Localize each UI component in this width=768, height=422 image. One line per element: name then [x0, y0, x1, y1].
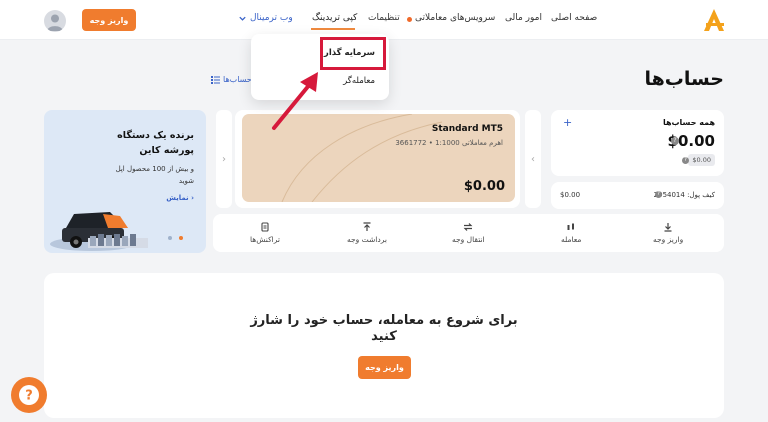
add-account-icon[interactable]: + [563, 116, 572, 129]
carousel-dot-active[interactable] [179, 236, 183, 240]
promo-title-line1: برنده یک دستگاه [117, 130, 194, 141]
upload-icon [363, 222, 371, 231]
empty-state-card [44, 273, 724, 418]
carousel-next-button[interactable]: ‹ [525, 110, 541, 208]
promo-banner[interactable]: برنده یک دستگاه پورشه کاین و بیش از 100 … [44, 110, 206, 253]
accounts-list-link[interactable]: حساب‌ها [211, 75, 252, 84]
svg-text:?: ? [25, 389, 33, 404]
mt5-account-name: Standard MT5 [431, 124, 503, 134]
mt5-account-details: 3661772 • اهرم معاملاتی 1:1000 [395, 139, 503, 147]
mt5-balance: $0.00 [463, 179, 505, 194]
all-accounts-label: همه حساب‌ها [662, 118, 715, 127]
wallet-card[interactable]: کیف پول: 2954014 $0.00 ? [551, 182, 724, 209]
wallet-label: کیف پول: 2954014 [653, 191, 715, 199]
chevron-down-icon[interactable] [238, 14, 247, 23]
action-transfer[interactable]: انتقال وجه [452, 222, 485, 244]
header-deposit-button[interactable]: واریز وجه [82, 9, 136, 31]
chevron-right-icon: › [222, 153, 226, 165]
nav-finance[interactable]: امور مالی [505, 13, 542, 23]
help-icon[interactable]: ? [11, 377, 47, 413]
info-icon[interactable]: ? [671, 137, 679, 145]
action-transactions[interactable]: تراکنش‌ها [250, 222, 280, 244]
chevron-left-icon: ‹ [531, 153, 535, 165]
info-icon[interactable]: ? [655, 191, 662, 198]
transactions-icon [261, 222, 269, 232]
brand-logo-icon[interactable] [703, 8, 725, 32]
action-trade[interactable]: معامله [561, 222, 581, 244]
action-withdraw[interactable]: برداشت وجه [347, 222, 387, 244]
promo-title-line2: پورشه کاین [139, 145, 194, 156]
list-icon [211, 75, 220, 84]
page-title: حساب‌ها [644, 68, 724, 90]
empty-state-line1: برای شروع به معامله، حساب خود را شارژ [250, 313, 518, 328]
nav-active-underline [311, 28, 355, 30]
empty-state-message: برای شروع به معامله، حساب خود را شارژ کن… [244, 313, 524, 345]
download-icon [664, 223, 672, 232]
promo-show-link[interactable]: نمایش › [166, 194, 194, 202]
transfer-icon [463, 223, 473, 231]
dropdown-item-trader[interactable]: معامله‌گر [343, 76, 375, 86]
user-avatar-icon[interactable] [44, 10, 66, 32]
annotation-arrow-icon [272, 72, 318, 130]
accounts-link-label: حساب‌ها [223, 75, 252, 84]
promo-subtitle-line2: شوید [178, 177, 194, 185]
action-deposit[interactable]: واریز وجه [653, 222, 683, 244]
wallet-value: $0.00 [560, 191, 581, 199]
trade-icon [567, 223, 575, 230]
notification-dot [407, 17, 412, 22]
all-accounts-card: همه حساب‌ها + $0.00 ? $0.00 ? [551, 110, 724, 176]
nav-home[interactable]: صفحه اصلی [551, 13, 597, 23]
car-image [50, 212, 148, 251]
empty-state-line2: کنید [371, 329, 397, 344]
nav-settings[interactable]: تنظیمات [368, 13, 400, 23]
nav-web-terminal[interactable]: وب ترمینال [250, 13, 293, 23]
carousel-prev-button[interactable]: › [216, 110, 232, 208]
empty-state-deposit-button[interactable]: واریز وجه [358, 356, 411, 379]
nav-trading-services[interactable]: سرویس‌های معاملاتی [415, 13, 495, 23]
carousel-dot[interactable] [168, 236, 172, 240]
sub-balance-badge: $0.00 [688, 154, 715, 166]
info-icon[interactable]: ? [682, 157, 689, 164]
nav-copy-trading[interactable]: کپی تریدینگ [312, 13, 357, 23]
